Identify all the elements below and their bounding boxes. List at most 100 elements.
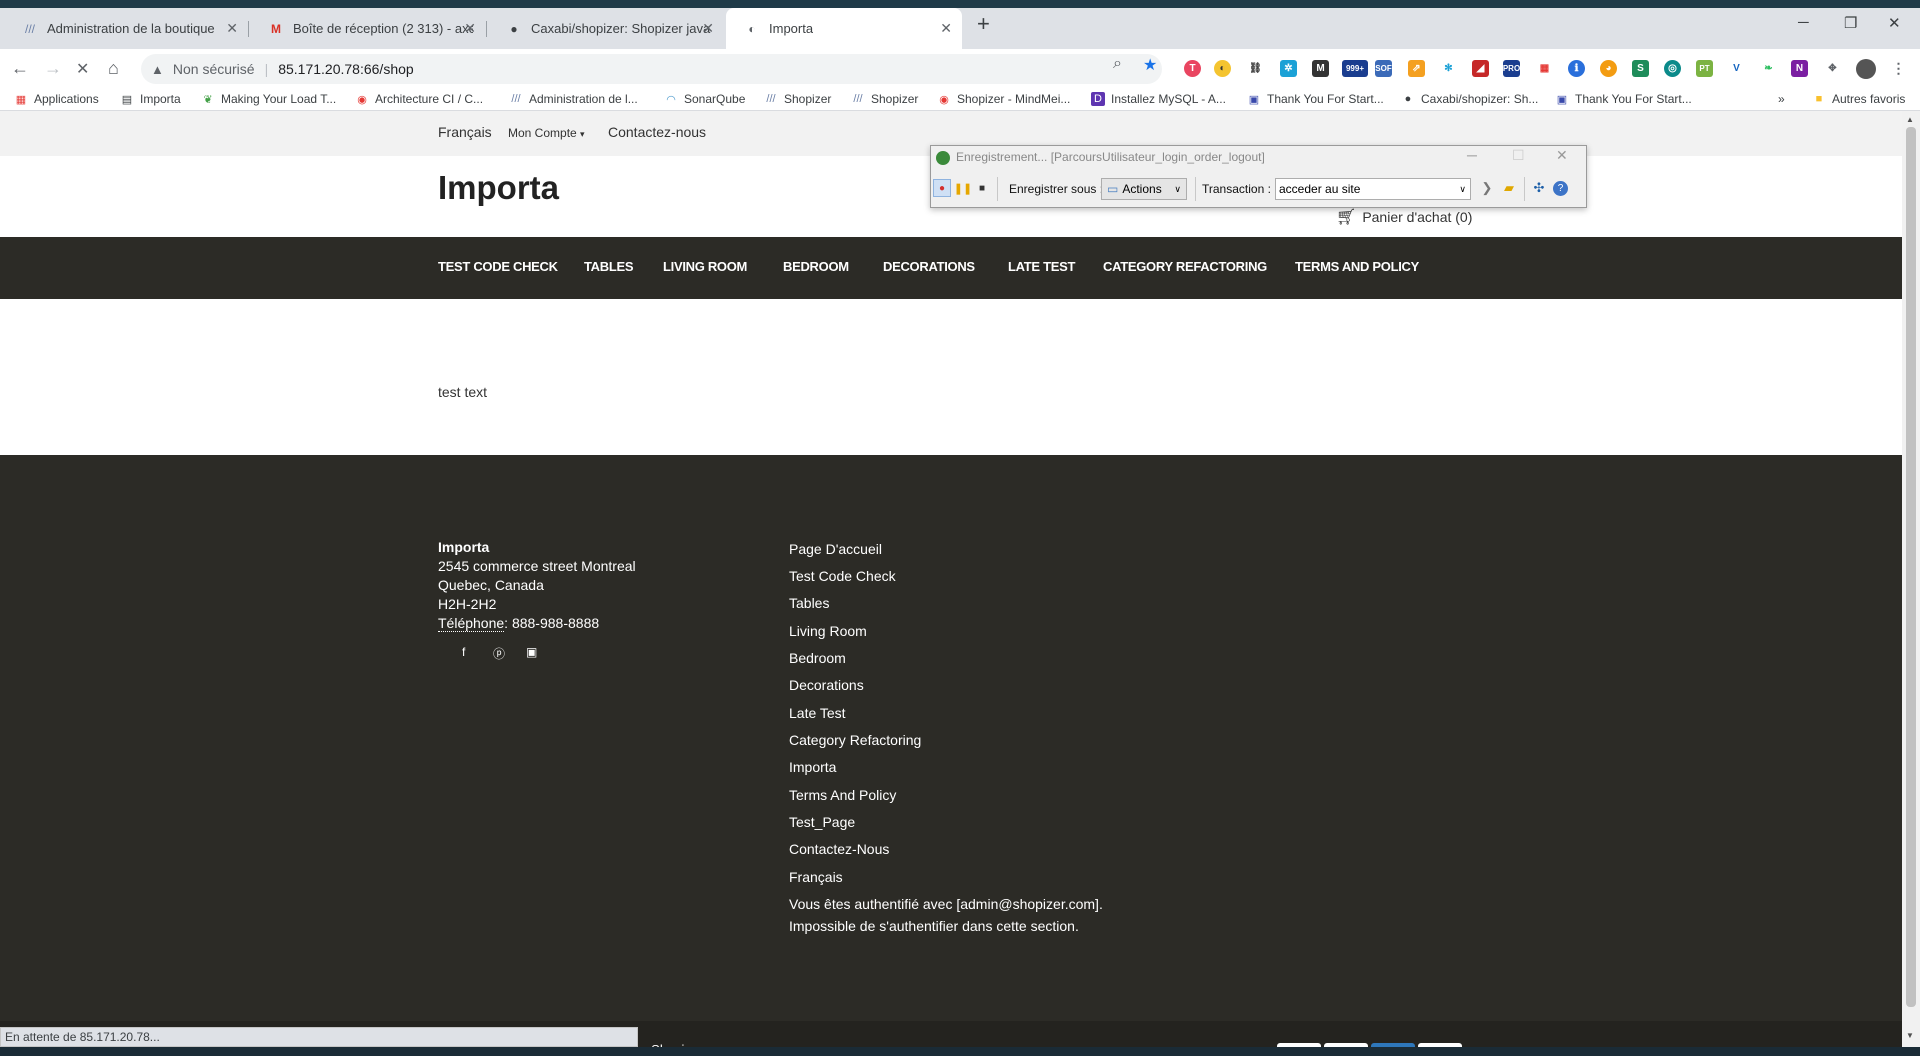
bookmark-item[interactable]: ▤ Importa [120,92,181,106]
onenote-icon[interactable]: N [1791,60,1808,77]
transaction-input[interactable]: acceder au site ∨ [1275,178,1471,200]
bookmark-item[interactable]: ◉ Architecture CI / C... [355,92,483,106]
maximize-icon[interactable]: ☐ [1512,147,1525,164]
close-icon[interactable]: ✕ [940,20,952,37]
bookmark-item[interactable]: D Installez MySQL - A... [1091,92,1226,106]
extension-icon[interactable]: T [1184,60,1201,77]
scroll-thumb[interactable] [1906,127,1916,1007]
footer-link[interactable]: Contactez-Nous [789,841,889,857]
bookmarks-overflow-icon[interactable]: » [1778,92,1785,106]
stop-button[interactable]: ■ [973,179,991,197]
record-button[interactable]: ● [933,179,951,197]
footer-link[interactable]: Importa [789,759,836,775]
bookmark-item[interactable]: /// Shopizer [851,92,918,106]
bookmark-item[interactable]: ◠ SonarQube [664,92,745,106]
extension-icon[interactable]: ◢ [1472,60,1489,77]
extension-icon[interactable]: ✻ [1440,60,1457,77]
bookmark-item[interactable]: ❦ Making Your Load T... [201,92,336,106]
close-icon[interactable]: ✕ [702,20,714,37]
extension-badge-icon[interactable]: 999+ [1342,60,1368,77]
footer-link[interactable]: Terms And Policy [789,787,896,803]
extension-icon[interactable]: ◐ [1214,60,1231,77]
scroll-up-icon[interactable]: ▲ [1906,115,1914,124]
link-icon[interactable]: ⛓ [1247,60,1264,77]
footer-link[interactable]: Page D'accueil [789,541,882,557]
chevron-down-icon[interactable]: ∨ [1459,184,1466,195]
extension-icon[interactable]: ◕ [1600,60,1617,77]
bookmark-item[interactable]: /// Shopizer [764,92,831,106]
language-link[interactable]: Français [438,124,492,140]
close-icon[interactable]: ✕ [226,20,238,37]
pinterest-icon[interactable]: ⓟ [493,645,505,662]
facebook-icon[interactable]: f [462,645,465,659]
actions-dropdown[interactable]: ▭ Actions ∨ [1101,178,1187,200]
forward-icon[interactable]: → [44,58,62,79]
tab-gmail[interactable]: M Boîte de réception (2 313) - axel. ✕ [250,8,486,49]
extension-icon[interactable]: PT [1696,60,1713,77]
footer-link[interactable]: Category Refactoring [789,732,921,748]
star-icon[interactable]: ★ [1143,55,1157,75]
bookmark-item[interactable]: ▣ Thank You For Start... [1247,92,1384,106]
footer-link[interactable]: Test_Page [789,814,855,830]
scroll-down-icon[interactable]: ▼ [1906,1031,1914,1040]
settings-icon[interactable]: ✣ [1530,179,1548,197]
restore-icon[interactable]: ❐ [1844,14,1857,32]
contact-link[interactable]: Contactez-nous [608,124,706,140]
nav-test-code-check[interactable]: TEST CODE CHECK [438,259,558,274]
footer-link[interactable]: Français [789,869,843,885]
extension-icon[interactable]: SOF [1375,60,1392,77]
nav-tables[interactable]: TABLES [584,259,634,274]
minimize-icon[interactable]: ─ [1798,14,1809,31]
footer-link[interactable]: Living Room [789,623,867,639]
close-icon[interactable]: ✕ [464,20,476,37]
cart-link[interactable]: 🛒︎ Panier d'achat (0) [1336,207,1472,227]
back-icon[interactable]: ← [11,58,29,79]
pause-button[interactable]: ❚❚ [954,179,972,197]
footer-link[interactable]: Bedroom [789,650,846,666]
address-bar[interactable]: ▲ Non sécurisé | 85.171.20.78:66/shop [141,54,1162,84]
extension-icon[interactable]: ℹ [1568,60,1585,77]
nav-living-room[interactable]: LIVING ROOM [663,259,747,274]
avatar[interactable] [1856,59,1876,79]
extension-icon[interactable]: M [1312,60,1329,77]
bookmark-item[interactable]: ▦ Applications [14,92,99,106]
extension-icon[interactable]: V [1728,60,1745,77]
zoom-icon[interactable]: ⌕ [1113,55,1122,73]
extension-icon[interactable]: S [1632,60,1649,77]
home-icon[interactable]: ⌂ [108,58,119,79]
footer-link[interactable]: Decorations [789,677,864,693]
bookmark-item[interactable]: /// Administration de l... [509,92,637,106]
help-icon[interactable]: ? [1553,181,1568,196]
url-text[interactable]: 85.171.20.78:66/shop [278,61,413,77]
window-close-icon[interactable]: ✕ [1888,14,1901,32]
play-arrow-icon[interactable]: ❯ [1478,179,1496,197]
tab-shop-admin[interactable]: /// Administration de la boutique ✕ [4,8,248,49]
stop-loading-icon[interactable]: ✕ [76,59,89,79]
bookmark-item[interactable]: ▣ Thank You For Start... [1555,92,1692,106]
nav-decorations[interactable]: DECORATIONS [883,259,975,274]
evernote-icon[interactable]: ❧ [1760,60,1777,77]
tab-github[interactable]: ● Caxabi/shopizer: Shopizer java e ✕ [488,8,724,49]
nav-category-refactoring[interactable]: CATEGORY REFACTORING [1103,259,1267,274]
menu-icon[interactable]: ⋮ [1890,60,1907,77]
extension-icon[interactable]: ⇗ [1408,60,1425,77]
other-bookmarks[interactable]: ■ Autres favoris [1812,92,1906,106]
extension-icon[interactable]: ✲ [1280,60,1297,77]
close-icon[interactable]: ✕ [1556,147,1568,164]
extension-icon[interactable]: PRO [1503,60,1520,77]
bookmark-item[interactable]: ◉ Shopizer - MindMei... [937,92,1070,106]
store-logo[interactable]: Importa [438,169,559,207]
nav-late-test[interactable]: LATE TEST [1008,259,1075,274]
new-tab-button[interactable]: + [977,11,990,37]
page-scrollbar[interactable]: ▲ ▼ [1902,111,1920,1056]
footer-link[interactable]: Tables [789,595,829,611]
footer-link[interactable]: Late Test [789,705,846,721]
instagram-icon[interactable]: ▣ [526,645,537,659]
tab-importa[interactable]: ◐ Importa ✕ [726,8,962,49]
nav-bedroom[interactable]: BEDROOM [783,259,849,274]
extension-icon[interactable]: ◎ [1664,60,1681,77]
open-folder-icon[interactable]: ▰ [1500,179,1518,197]
footer-link[interactable]: Test Code Check [789,568,896,584]
puzzle-icon[interactable]: ✥ [1824,60,1841,77]
nav-terms-and-policy[interactable]: TERMS AND POLICY [1295,259,1419,274]
